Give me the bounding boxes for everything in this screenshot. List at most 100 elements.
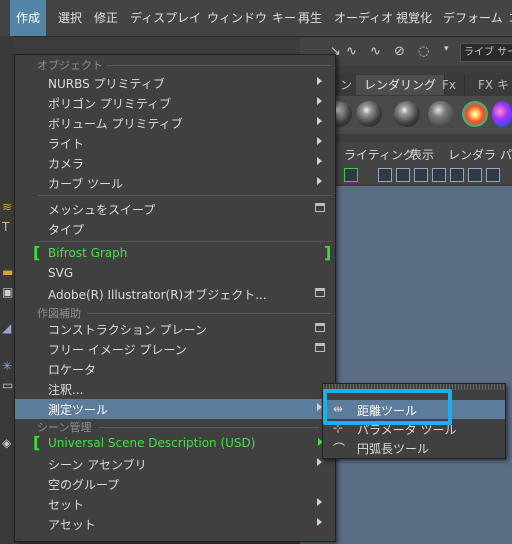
- menu-item-scene-assembly[interactable]: シーン アセンブリ: [15, 454, 335, 474]
- submenu-arrow-icon: [317, 97, 322, 105]
- panel-menu-renderer[interactable]: レンダラ: [448, 146, 496, 163]
- plane-tool-icon[interactable]: ◢: [2, 321, 11, 335]
- pen-icon[interactable]: [344, 168, 358, 182]
- safe-title-icon[interactable]: [468, 168, 482, 182]
- svg-tool-icon[interactable]: ▬: [2, 265, 13, 279]
- menu-modify[interactable]: 修正: [88, 0, 124, 36]
- submenu-arrow-icon: [317, 518, 322, 526]
- option-box-icon[interactable]: [315, 323, 325, 332]
- menu-item-locator[interactable]: ロケータ: [15, 359, 335, 379]
- menu-item-label: セット: [48, 498, 85, 512]
- tab-fx[interactable]: Fx: [434, 75, 466, 95]
- menu-item-label: コンストラクション プレーン: [48, 323, 207, 337]
- menu-item-curve-tools[interactable]: カーブ ツール: [15, 173, 335, 193]
- submenu-item-arc-length-tool[interactable]: ⌒ 円弧長ツール: [323, 438, 505, 457]
- submenu-arrow-icon: [317, 157, 322, 165]
- section-divider: [99, 427, 319, 428]
- menu-item-label: カメラ: [48, 157, 85, 171]
- create-menu: オブジェクト NURBS プリミティブ ポリゴン プリミティブ ボリューム プリ…: [14, 54, 336, 542]
- option-box-icon[interactable]: [315, 288, 325, 297]
- illustrator-tool-icon[interactable]: ▣: [2, 285, 13, 299]
- menu-audio[interactable]: オーディオ: [328, 0, 399, 36]
- grid-icon[interactable]: [378, 168, 392, 182]
- field-chart-icon[interactable]: [432, 168, 446, 182]
- option-box-icon[interactable]: [315, 343, 325, 352]
- menu-item-type[interactable]: タイプ: [15, 219, 335, 239]
- menu-visualize[interactable]: 視覚化: [390, 0, 438, 36]
- menu-item-lights[interactable]: ライト: [15, 133, 335, 153]
- menu-playback[interactable]: 再生: [292, 0, 328, 36]
- menu-item-assets[interactable]: アセット: [15, 514, 335, 534]
- submenu-item-label: 円弧長ツール: [357, 442, 430, 456]
- option-box-icon[interactable]: [315, 203, 325, 212]
- submenu-arrow-icon: [317, 458, 322, 466]
- menu-item-svg[interactable]: SVG: [15, 264, 335, 284]
- section-divider: [107, 65, 331, 66]
- color-sphere-icon[interactable]: [462, 101, 488, 127]
- menu-deform[interactable]: デフォーム: [437, 0, 509, 36]
- menu-item-measure-tools[interactable]: 測定ツール: [15, 399, 335, 419]
- menu-item-sweep-mesh[interactable]: メッシュをスイープ: [15, 199, 335, 219]
- usd-tool-icon[interactable]: ◈: [2, 436, 11, 450]
- menu-item-polygon-primitives[interactable]: ポリゴン プリミティブ: [15, 93, 335, 113]
- bracket-right-icon: ]: [324, 243, 332, 262]
- menu-item-empty-group[interactable]: 空のグループ: [15, 474, 335, 494]
- menu-item-label: ライト: [48, 137, 85, 151]
- menu-item-free-image-plane[interactable]: フリー イメージ プレーン: [15, 339, 335, 359]
- menu-select[interactable]: 選択: [52, 0, 88, 36]
- menu-item-volume-primitives[interactable]: ボリューム プリミティブ: [15, 113, 335, 133]
- menu-item-label: NURBS プリミティブ: [48, 77, 165, 91]
- menu-item-label: ボリューム プリミティブ: [48, 117, 183, 131]
- text-icon[interactable]: [486, 168, 500, 182]
- left-toolbox: ≋ T ▬ ▣ ◢ ✳ ▭ ◈: [0, 36, 14, 544]
- submenu-arrow-icon: [317, 117, 322, 125]
- menu-display[interactable]: ディスプレイ: [124, 0, 207, 36]
- tab-rendering[interactable]: レンダリング: [356, 75, 446, 95]
- locator-tool-icon[interactable]: ✳: [2, 359, 12, 373]
- submenu-arrow-icon: [317, 177, 322, 185]
- menu-item-usd[interactable]: [ Universal Scene Description (USD) ]: [15, 433, 335, 454]
- type-tool-icon[interactable]: T: [2, 220, 9, 234]
- snap-grid-icon[interactable]: ∿: [346, 44, 357, 59]
- snap-surface-icon[interactable]: ◌: [418, 44, 429, 59]
- menu-windows[interactable]: ウィンドウ: [201, 0, 273, 36]
- menu-item-illustrator-object[interactable]: Adobe(R) Illustrator(R)オブジェクト...: [15, 284, 335, 304]
- section-objects: オブジェクト: [37, 59, 103, 72]
- stripe-material-icon[interactable]: [428, 101, 454, 127]
- menu-create[interactable]: 作成: [10, 0, 47, 36]
- chevron-down-icon[interactable]: ▾: [444, 44, 449, 54]
- menu-item-label: Bifrost Graph: [48, 246, 128, 260]
- resolution-gate-icon[interactable]: [414, 168, 428, 182]
- submenu-arrow-icon: [317, 498, 322, 506]
- render-sphere-icon[interactable]: [356, 101, 382, 127]
- menu-item-nurbs-primitives[interactable]: NURBS プリミティブ: [15, 73, 335, 93]
- menu-item-label: アセット: [48, 518, 96, 532]
- menu-item-label: シーン アセンブリ: [48, 458, 147, 472]
- menu-divider: [37, 241, 333, 242]
- panel-menu-lighting[interactable]: ライティング: [344, 146, 415, 163]
- menu-more[interactable]: コ: [502, 0, 512, 36]
- menu-item-annotation[interactable]: 注釈...: [15, 379, 335, 399]
- sweep-tool-icon[interactable]: ≋: [2, 200, 12, 214]
- film-icon[interactable]: [396, 168, 410, 182]
- snap-view-icon[interactable]: ⊘: [394, 44, 405, 59]
- menu-item-label: 空のグループ: [48, 478, 120, 492]
- menu-item-construction-plane[interactable]: コンストラクション プレーン: [15, 319, 335, 339]
- panel-menu-more[interactable]: パ: [500, 146, 512, 163]
- ramp-sphere-icon[interactable]: [492, 101, 512, 127]
- tab-fx-cache[interactable]: FX キ: [470, 75, 512, 95]
- safe-action-icon[interactable]: [450, 168, 464, 182]
- render-sphere-icon[interactable]: [394, 101, 420, 127]
- annotation-tool-icon[interactable]: ▭: [2, 378, 13, 392]
- menu-item-bifrost-graph[interactable]: [ Bifrost Graph ]: [15, 243, 335, 264]
- main-menubar: 作成 選択 修正 ディスプレイ ウィンドウ キー 再生 オーディオ 視覚化 デフ…: [0, 0, 512, 37]
- section-divider: [87, 313, 331, 314]
- menu-item-label: タイプ: [48, 223, 85, 237]
- menu-item-cameras[interactable]: カメラ: [15, 153, 335, 173]
- highlight-callout: [323, 389, 452, 425]
- panel-menu-show[interactable]: 表示: [410, 146, 434, 163]
- menu-item-sets[interactable]: セット: [15, 494, 335, 514]
- bracket-left-icon: [: [33, 243, 41, 262]
- snap-point-icon[interactable]: ∿: [370, 44, 381, 59]
- live-surface-field[interactable]: ライブ サーフ: [460, 43, 512, 62]
